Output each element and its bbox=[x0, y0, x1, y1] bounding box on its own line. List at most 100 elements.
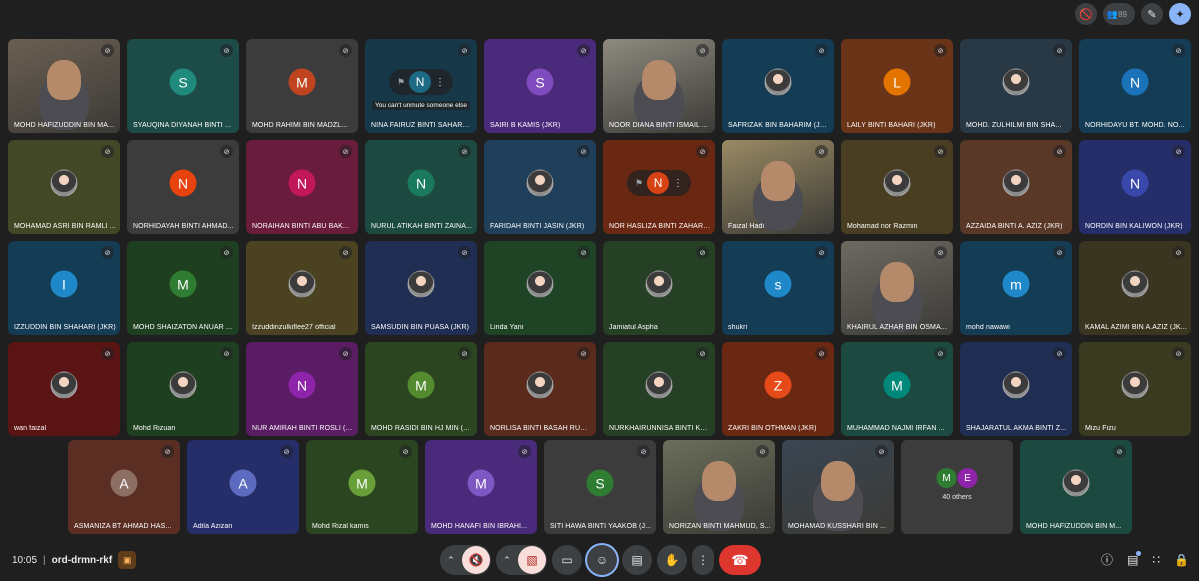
gemini-spark-icon[interactable]: ✦ bbox=[1169, 3, 1191, 25]
camera-off-icon[interactable]: ▧ bbox=[518, 546, 546, 574]
participant-tile[interactable]: s ⊘ shukri bbox=[722, 241, 834, 335]
participant-grid-last-row: A ⊘ ASMANIZA BT AHMAD HAS... A ⊘ Adila Azizan… bbox=[68, 440, 1132, 534]
participant-tile[interactable]: ⊘ AZZAIDA BINTI A. AZIZ (JKR) bbox=[960, 140, 1072, 234]
mic-off-icon: ⊘ bbox=[101, 44, 114, 57]
more-options-icon[interactable]: ⋮ bbox=[435, 77, 445, 88]
brush-icon[interactable]: ✎ bbox=[1141, 3, 1163, 25]
more-options-icon[interactable]: ⋮ bbox=[673, 178, 683, 189]
participant-tile[interactable]: S ⊘ SITI HAWA BINTI YAAKOB (J... bbox=[544, 440, 656, 534]
participant-tile[interactable]: M ⊘ MOHD SHAIZATON ANUAR ... bbox=[127, 241, 239, 335]
participant-tile[interactable]: M ⊘ MOHD HANAFI BIN IBRAHI... bbox=[425, 440, 537, 534]
mic-off-icon: ⊘ bbox=[220, 347, 233, 360]
participant-tile[interactable]: ⊘ Jamiatul Aspha bbox=[603, 241, 715, 335]
participant-tile[interactable]: N ⊘ NORDIN BIN KALIWON (JKR) bbox=[1079, 140, 1191, 234]
pin-icon[interactable]: ⚑ bbox=[635, 178, 643, 189]
avatar: L bbox=[883, 68, 911, 96]
camera-off-icon[interactable]: 🚫 bbox=[1074, 3, 1097, 25]
participant-name: NORHIDAYAH BINTI AHMAD... bbox=[133, 223, 234, 230]
participant-tile[interactable]: m ⊘ mohd nawawi bbox=[960, 241, 1072, 335]
participant-tile[interactable]: S ⊘ SAIRI B KAMIS (JKR) bbox=[484, 39, 596, 133]
participant-tile[interactable]: ⊘ KHAIRUL AZHAR BIN OSMA... bbox=[841, 241, 953, 335]
participant-tile[interactable]: A ⊘ ASMANIZA BT AHMAD HAS... bbox=[68, 440, 180, 534]
avatar bbox=[1002, 68, 1030, 96]
participant-tile[interactable]: ⊘ SHAJARATUL AKMA BINTI Z... bbox=[960, 342, 1072, 436]
chevron-up-icon[interactable]: ⌃ bbox=[440, 555, 462, 566]
end-call-icon[interactable]: ☎ bbox=[719, 545, 761, 575]
participant-tile[interactable]: ⊘ NOOR DIANA BINTI ISMAIL ... bbox=[603, 39, 715, 133]
participant-tile[interactable]: A ⊘ Adila Azizan bbox=[187, 440, 299, 534]
raise-hand-icon[interactable]: ✋ bbox=[657, 545, 687, 575]
participant-tile[interactable]: ⊘ MOHAMAD KUSSHARI BIN ... bbox=[782, 440, 894, 534]
participant-name: FARIDAH BINTI JASIN (JKR) bbox=[490, 223, 585, 230]
participant-name: SYAUQINA DIYANAH BINTI ... bbox=[133, 122, 232, 129]
participant-tile[interactable]: ⊘ Izzuddinzulkiflee27 official bbox=[246, 241, 358, 335]
participant-tile[interactable]: S ⊘ SYAUQINA DIYANAH BINTI ... bbox=[127, 39, 239, 133]
participant-tile[interactable]: ⊘ Linda Yani bbox=[484, 241, 596, 335]
participant-tile[interactable]: ⊘ MOHD. ZULHILMI BIN SHA... bbox=[960, 39, 1072, 133]
info-icon[interactable]: ⓘ bbox=[1101, 551, 1113, 568]
captions-icon[interactable]: ▤ bbox=[622, 545, 652, 575]
avatar bbox=[645, 371, 673, 399]
host-controls-icon[interactable]: ▣ bbox=[118, 551, 137, 569]
participant-tile[interactable]: Z ⊘ ZAKRI BIN OTHMAN (JKR) bbox=[722, 342, 834, 436]
avatar bbox=[1121, 270, 1149, 298]
participants-button[interactable]: 👥 89 bbox=[1102, 3, 1135, 25]
participant-tile[interactable]: ⊘ FARIDAH BINTI JASIN (JKR) bbox=[484, 140, 596, 234]
participant-tile[interactable]: M E 40 others bbox=[901, 440, 1013, 534]
participant-tile[interactable]: ⊘ MOHD HAFIZUDDIN BIN MA... bbox=[8, 39, 120, 133]
participant-tile[interactable]: ⊘ Mohamad nor Razmin bbox=[841, 140, 953, 234]
participant-tile[interactable]: N ⊘ NURUL ATIKAH BINTI ZAINA... bbox=[365, 140, 477, 234]
chat-icon[interactable]: ▤ bbox=[1127, 550, 1142, 567]
pin-icon[interactable]: ⚑ bbox=[397, 77, 405, 88]
participant-tile[interactable]: N ⊘ NORAIHAN BINTI ABU BAK... bbox=[246, 140, 358, 234]
participant-tile[interactable]: I ⊘ IZZUDDIN BIN SHAHARI (JKR) bbox=[8, 241, 120, 335]
participant-tile[interactable]: ⊘ SAFRIZAK BIN BAHARIM (JKR... bbox=[722, 39, 834, 133]
participant-tile[interactable]: ⊘ MOHD HAFIZUDDIN BIN M... bbox=[1020, 440, 1132, 534]
participant-tile[interactable]: ⊘ NORLISA BINTI BASAH RUDI... bbox=[484, 342, 596, 436]
participant-tile[interactable]: ⊘ MOHAMAD ASRI BIN RAMLI ... bbox=[8, 140, 120, 234]
more-icon[interactable]: ⋮ bbox=[692, 545, 714, 575]
participant-name: NOOR DIANA BINTI ISMAIL ... bbox=[609, 122, 708, 129]
mic-off-icon[interactable]: 🔇 bbox=[462, 546, 490, 574]
participant-tile[interactable]: M ⊘ MOHD RASIDI BIN HJ MIN (... bbox=[365, 342, 477, 436]
participant-tile[interactable]: ⊘ Mohd Rizuan bbox=[127, 342, 239, 436]
avatar: S bbox=[586, 469, 614, 497]
present-icon[interactable]: ▭ bbox=[552, 545, 582, 575]
participant-tile[interactable]: N ⊘ NUR AMIRAH BINTI ROSLI (J... bbox=[246, 342, 358, 436]
video-feed bbox=[880, 262, 914, 303]
participant-tile[interactable]: M ⊘ MOHD RAHIMI BIN MADZL... bbox=[246, 39, 358, 133]
participant-tile[interactable]: N ⊘ NORHIDAYU BT. MOHD. NO... bbox=[1079, 39, 1191, 133]
participant-name: NORDIN BIN KALIWON (JKR) bbox=[1085, 223, 1183, 230]
participant-tile[interactable]: M ⊘ MUHAMMAD NAJMI IRFAN ... bbox=[841, 342, 953, 436]
mic-off-icon: ⊘ bbox=[934, 246, 947, 259]
participant-name: MOHAMAD ASRI BIN RAMLI ... bbox=[14, 223, 116, 230]
participant-name: NURUL ATIKAH BINTI ZAINA... bbox=[371, 223, 473, 230]
participant-name: MOHAMAD KUSSHARI BIN ... bbox=[788, 523, 887, 530]
participant-tile[interactable]: L ⊘ LAILY BINTI BAHARI (JKR) bbox=[841, 39, 953, 133]
activities-icon[interactable]: ∷ bbox=[1152, 553, 1160, 567]
participant-tile[interactable]: ⊘ NORIZAN BINTI MAHMUD, S... bbox=[663, 440, 775, 534]
emoji-icon[interactable]: ☺ bbox=[587, 545, 617, 575]
participant-tile[interactable]: M ⊘ Mohd Rizal kamis bbox=[306, 440, 418, 534]
avatar: m bbox=[1002, 270, 1030, 298]
participant-tile[interactable]: ⊘ Faizal Hadi bbox=[722, 140, 834, 234]
mic-off-icon: ⊘ bbox=[458, 347, 471, 360]
avatar: N bbox=[288, 169, 316, 197]
participant-tile[interactable]: ⊘ Mizu Fizu bbox=[1079, 342, 1191, 436]
participant-name: Izzuddinzulkiflee27 official bbox=[252, 324, 336, 331]
participant-tile[interactable]: ⊘ wan faizal bbox=[8, 342, 120, 436]
avatar: N bbox=[1121, 68, 1149, 96]
participant-tile[interactable]: ⊘ SAMSUDIN BIN PUASA (JKR) bbox=[365, 241, 477, 335]
participant-name: Linda Yani bbox=[490, 324, 524, 331]
lock-icon[interactable]: 🔒 bbox=[1174, 553, 1189, 567]
participant-name: Mohd Rizal kamis bbox=[312, 523, 369, 530]
chevron-up-icon[interactable]: ⌃ bbox=[496, 555, 518, 566]
participant-tile[interactable]: ⊘ KAMAL AZIMI BIN A.AZIZ (JK... bbox=[1079, 241, 1191, 335]
participant-name: MOHD RAHIMI BIN MADZL... bbox=[252, 122, 348, 129]
mic-off-icon: ⊘ bbox=[934, 44, 947, 57]
participant-tile[interactable]: ⚑ N ⋮ ⊘ NOR HASLIZA BINTI ZAHARI... bbox=[603, 140, 715, 234]
participant-tile[interactable]: N ⊘ NORHIDAYAH BINTI AHMAD... bbox=[127, 140, 239, 234]
participant-tile[interactable]: ⊘ NURKHAIRUNNISA BINTI KA... bbox=[603, 342, 715, 436]
meeting-code[interactable]: ord-drmn-rkf bbox=[52, 555, 113, 566]
participant-tile[interactable]: ⚑ N ⋮ You can't unmute someone else ⊘ NINA FA… bbox=[365, 39, 477, 133]
